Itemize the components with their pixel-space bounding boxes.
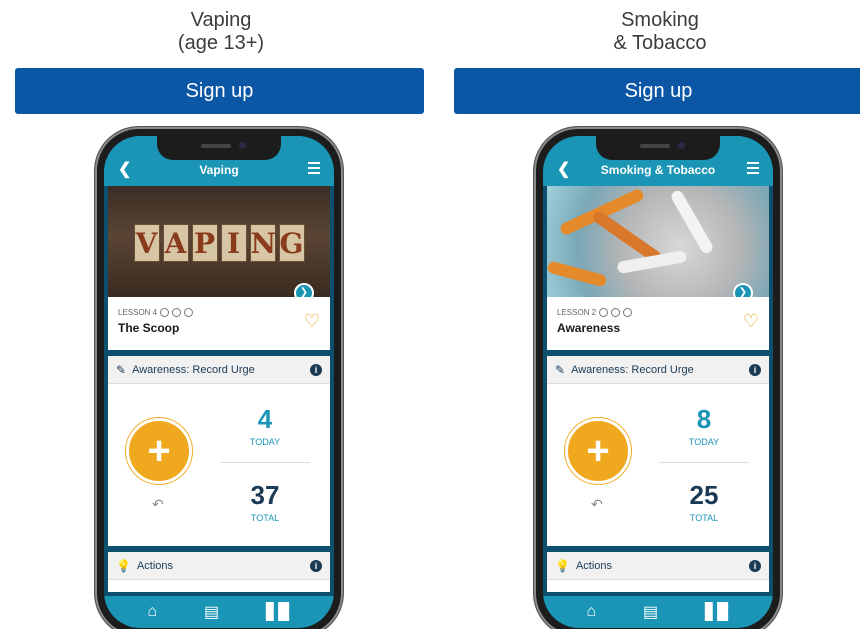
phone-screen: ❮ Vaping V A P I N G ❯ LESSON 4 The Scoo…	[104, 136, 334, 628]
play-chevron-icon[interactable]: ❯	[733, 283, 753, 297]
lesson-card[interactable]: ❯ LESSON 2 Awareness ♡	[547, 186, 769, 350]
lesson-progress: LESSON 4	[118, 308, 320, 317]
add-urge-plus-icon[interactable]: +	[565, 418, 631, 484]
cigarette-butt	[669, 188, 715, 256]
progress-dot	[184, 308, 194, 317]
program-title: Smoking & Tobacco	[454, 0, 860, 62]
heart-icon[interactable]: ♡	[304, 311, 320, 332]
lesson-number: LESSON 4	[118, 308, 158, 317]
today-label: TODAY	[688, 437, 720, 447]
back-chevron-icon[interactable]: ❮	[118, 159, 131, 179]
program-column-smoking: Smoking & Tobacco Sign up ❮ Smoking & To…	[454, 0, 860, 629]
today-stat: 4 TODAY	[220, 404, 310, 447]
sign-up-button-vaping[interactable]: Sign up	[15, 68, 424, 114]
play-chevron-icon[interactable]: ❯	[294, 283, 314, 297]
actions-card[interactable]: 💡 Actions i	[547, 552, 769, 592]
program-title: Vaping (age 13+)	[15, 0, 427, 62]
lesson-title: Awareness	[557, 321, 621, 335]
phone-mockup: ❮ Vaping V A P I N G ❯ LESSON 4 The Scoo…	[95, 127, 343, 629]
lesson-card[interactable]: V A P I N G ❯ LESSON 4 The Scoop ♡	[108, 186, 330, 350]
progress-dot	[599, 308, 609, 317]
lesson-meta: LESSON 2 Awareness ♡	[547, 297, 769, 335]
info-icon[interactable]: i	[749, 363, 761, 376]
record-urge-title: Awareness: Record Urge	[571, 363, 694, 376]
program-title-line2: & Tobacco	[613, 32, 707, 54]
total-label: TOTAL	[250, 513, 280, 523]
lesson-image: ❯	[547, 186, 769, 297]
book-icon[interactable]: ▤	[643, 602, 658, 622]
lesson-number: LESSON 2	[557, 308, 597, 317]
info-icon[interactable]: i	[310, 363, 322, 376]
lesson-image-word: V A P I N G	[114, 224, 324, 262]
book-icon[interactable]: ▤	[204, 602, 219, 622]
lesson-meta: LESSON 4 The Scoop ♡	[108, 297, 330, 335]
progress-dot	[611, 308, 621, 317]
record-urge-header: ✎ Awareness: Record Urge i	[547, 356, 769, 384]
program-title-line1: Vaping	[190, 9, 252, 31]
app-header-title: Vaping	[199, 163, 239, 177]
edit-icon: ✎	[555, 362, 566, 377]
undo-icon[interactable]: ↶	[591, 496, 603, 513]
total-count: 37	[250, 480, 280, 510]
app-content: ❯ LESSON 2 Awareness ♡ ✎ Awareness: Reco…	[547, 186, 769, 596]
today-count: 8	[696, 404, 712, 434]
add-urge-plus-icon[interactable]: +	[126, 418, 192, 484]
lightbulb-icon: 💡	[116, 558, 131, 573]
actions-title: Actions	[136, 559, 174, 572]
lesson-image: V A P I N G ❯	[108, 186, 330, 297]
back-chevron-icon[interactable]: ❮	[557, 159, 570, 179]
total-label: TOTAL	[689, 513, 719, 523]
actions-header: 💡 Actions i	[108, 552, 330, 580]
cigarette-butt	[547, 260, 608, 288]
total-stat: 37 TOTAL	[220, 480, 310, 523]
program-title-line1: Smoking	[621, 9, 699, 31]
hamburger-menu-icon[interactable]	[747, 162, 759, 177]
phone-notch	[157, 136, 281, 160]
progress-dot	[160, 308, 170, 317]
record-urge-header: ✎ Awareness: Record Urge i	[108, 356, 330, 384]
program-column-vaping: Vaping (age 13+) Sign up ❮ Vaping V A P	[15, 0, 427, 629]
total-count: 25	[689, 480, 719, 510]
stat-divider	[220, 462, 310, 463]
actions-title: Actions	[575, 559, 613, 572]
bar-chart-icon[interactable]: ▋▉	[266, 602, 291, 622]
bar-chart-icon[interactable]: ▋▉	[705, 602, 730, 622]
actions-header: 💡 Actions i	[547, 552, 769, 580]
stat-divider	[659, 462, 749, 463]
progress-dot	[623, 308, 633, 317]
record-urge-card: ✎ Awareness: Record Urge i + ↶ 4 TODAY 3…	[108, 356, 330, 546]
app-content: V A P I N G ❯ LESSON 4 The Scoop ♡ ✎ Awa…	[108, 186, 330, 596]
hamburger-menu-icon[interactable]	[308, 162, 320, 177]
lightbulb-icon: 💡	[555, 558, 570, 573]
home-icon[interactable]: ⌂	[147, 603, 157, 621]
bottom-nav: ⌂ ▤ ▋▉	[104, 596, 334, 628]
app-header-title: Smoking & Tobacco	[600, 163, 716, 177]
today-label: TODAY	[249, 437, 281, 447]
program-title-line2: (age 13+)	[177, 32, 265, 54]
record-urge-card: ✎ Awareness: Record Urge i + ↶ 8 TODAY 2…	[547, 356, 769, 546]
sign-up-button-smoking[interactable]: Sign up	[454, 68, 860, 114]
actions-card[interactable]: 💡 Actions i	[108, 552, 330, 592]
edit-icon: ✎	[116, 362, 127, 377]
phone-mockup: ❮ Smoking & Tobacco ❯ LESSON 2 Awareness…	[534, 127, 782, 629]
today-count: 4	[257, 404, 273, 434]
phone-notch	[596, 136, 720, 160]
phone-screen: ❮ Smoking & Tobacco ❯ LESSON 2 Awareness…	[543, 136, 773, 628]
home-icon[interactable]: ⌂	[586, 603, 596, 621]
lesson-progress: LESSON 2	[557, 308, 759, 317]
bottom-nav: ⌂ ▤ ▋▉	[543, 596, 773, 628]
total-stat: 25 TOTAL	[659, 480, 749, 523]
record-urge-body: + ↶ 8 TODAY 25 TOTAL	[547, 384, 769, 546]
info-icon[interactable]: i	[749, 559, 761, 572]
progress-dot	[172, 308, 182, 317]
today-stat: 8 TODAY	[659, 404, 749, 447]
lesson-title: The Scoop	[118, 321, 180, 335]
undo-icon[interactable]: ↶	[152, 496, 164, 513]
heart-icon[interactable]: ♡	[743, 311, 759, 332]
record-urge-title: Awareness: Record Urge	[132, 363, 255, 376]
info-icon[interactable]: i	[310, 559, 322, 572]
record-urge-body: + ↶ 4 TODAY 37 TOTAL	[108, 384, 330, 546]
